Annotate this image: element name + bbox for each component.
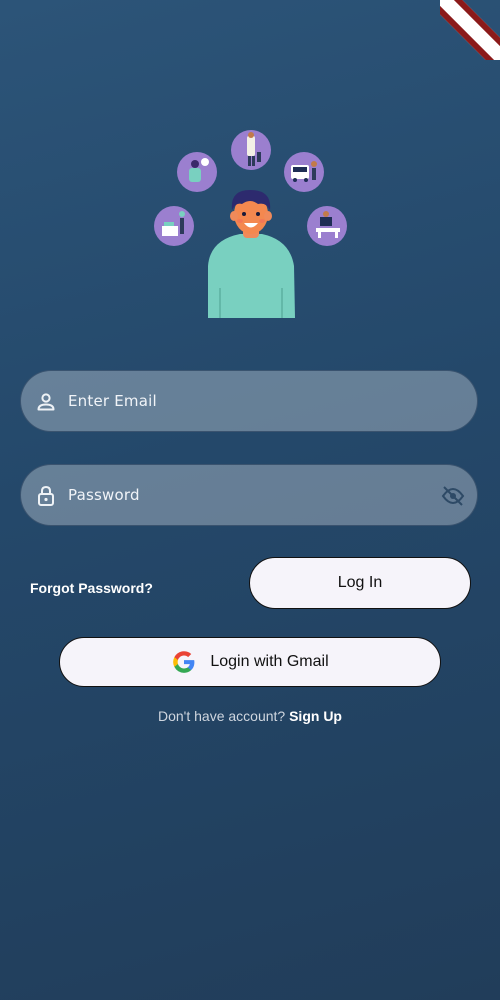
signup-prompt-text: Don't have account?	[158, 708, 286, 724]
forgot-password-link[interactable]: Forgot Password?	[30, 580, 153, 596]
user-illustration	[154, 130, 347, 318]
person-icon	[37, 393, 55, 411]
email-field[interactable]: Enter Email	[20, 370, 478, 432]
login-button-label: Log In	[337, 574, 383, 591]
lock-icon	[38, 485, 54, 506]
signup-link[interactable]: Sign Up	[289, 708, 342, 724]
password-field[interactable]: Password	[20, 464, 478, 526]
email-placeholder: Enter Email	[68, 392, 157, 410]
gmail-login-button[interactable]: Login with Gmail	[59, 637, 441, 687]
debug-banner	[440, 0, 500, 60]
eye-off-icon[interactable]	[441, 484, 465, 508]
password-placeholder: Password	[68, 486, 140, 504]
google-icon	[173, 651, 195, 673]
login-button[interactable]: Log In	[249, 557, 471, 609]
signup-prompt: Don't have account? Sign Up	[0, 708, 500, 724]
gmail-button-label: Login with Gmail	[210, 653, 329, 670]
